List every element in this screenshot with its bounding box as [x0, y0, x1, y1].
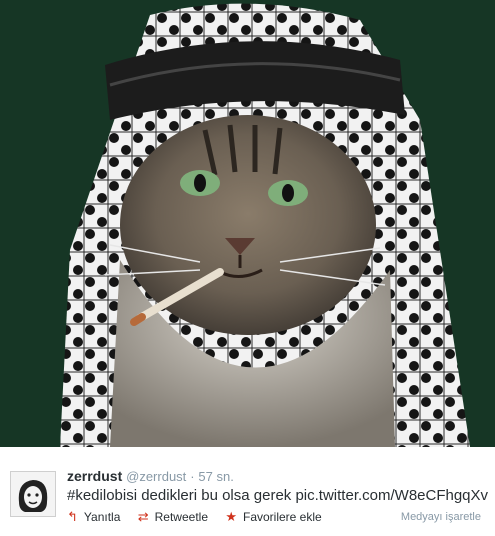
tweet-header: zerrdust @zerrdust · 57 sn.: [67, 467, 234, 486]
tweet-timestamp[interactable]: 57 sn.: [198, 469, 233, 484]
flag-media-link[interactable]: Medyayı işaretle: [401, 509, 481, 525]
user-handle[interactable]: @zerrdust: [126, 469, 186, 484]
header-separator: ·: [190, 469, 195, 484]
favorite-label: Favorilere ekle: [243, 510, 322, 524]
tweet-text: #kedilobisi dedikleri bu olsa gerek pic.…: [67, 487, 489, 504]
avatar[interactable]: [10, 471, 56, 517]
retweet-icon: ⇄: [137, 509, 149, 524]
avatar-face-icon: [11, 472, 55, 516]
favorite-button[interactable]: ★ Favorilere ekle: [225, 509, 321, 525]
reply-icon: ↰: [67, 509, 78, 524]
retweet-label: Retweetle: [154, 510, 208, 524]
cat-in-keffiyeh-photo: [0, 0, 495, 447]
tweet-card: zerrdust @zerrdust · 57 sn. #kedilobisi …: [0, 447, 495, 536]
star-icon: ★: [225, 509, 237, 524]
reply-button[interactable]: ↰ Yanıtla: [67, 509, 120, 525]
user-name[interactable]: zerrdust: [67, 468, 122, 484]
reply-label: Yanıtla: [83, 510, 121, 524]
tweet-photo[interactable]: [0, 0, 495, 447]
tweet-actions: ↰ Yanıtla ⇄ Retweetle ★ Favorilere ekle: [67, 509, 336, 525]
retweet-button[interactable]: ⇄ Retweetle: [138, 509, 208, 525]
